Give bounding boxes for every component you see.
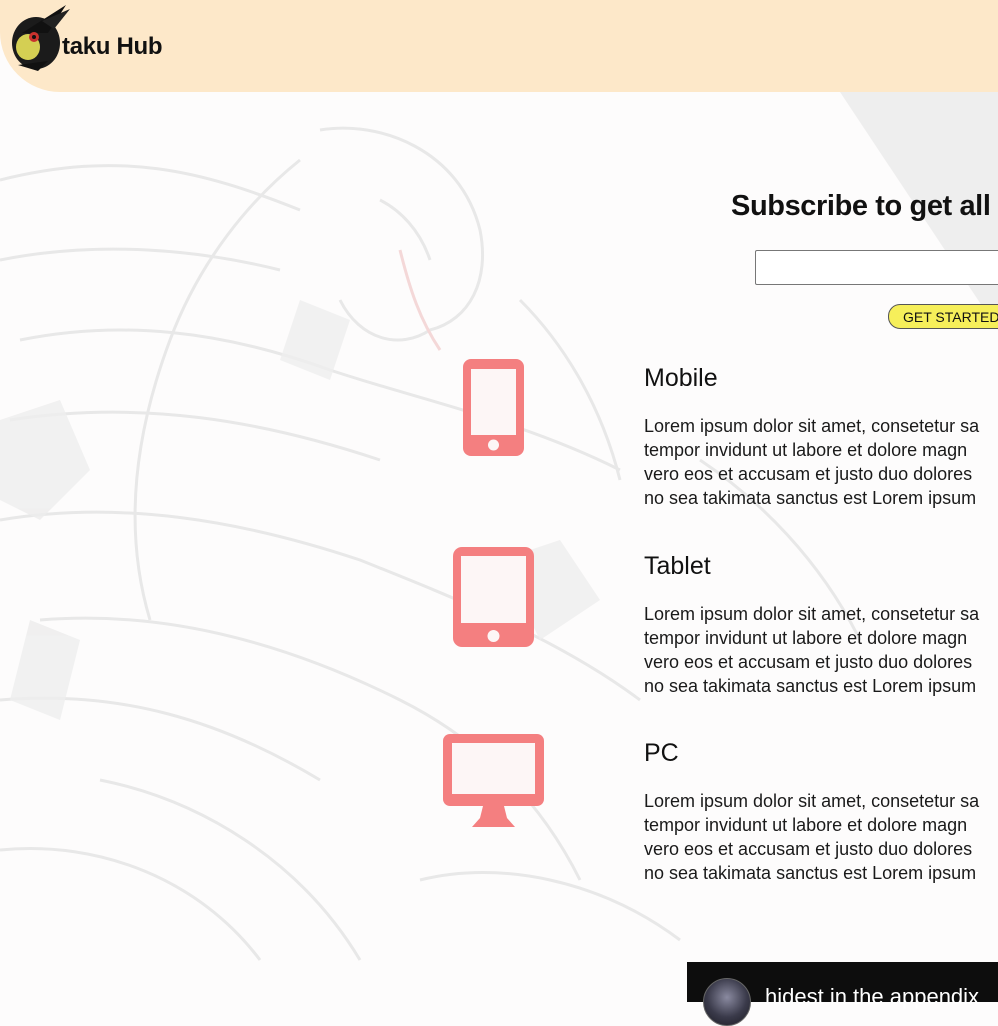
feature-description: Lorem ipsum dolor sit amet, consetetur s… — [644, 416, 980, 508]
video-title[interactable]: hidest in the appendix — [765, 984, 979, 1010]
feature-title: Mobile — [644, 364, 718, 392]
channel-avatar[interactable] — [703, 978, 751, 1026]
email-input[interactable] — [755, 250, 998, 285]
video-embed[interactable]: hidest in the appendix — [687, 962, 998, 1026]
feature-description: Lorem ipsum dolor sit amet, consetetur s… — [644, 604, 980, 696]
feature-description: Lorem ipsum dolor sit amet, consetetur s… — [644, 791, 980, 883]
feature-title: PC — [644, 739, 679, 767]
mobile-phone-icon — [463, 359, 524, 456]
desktop-monitor-icon — [443, 734, 544, 827]
subscribe-title: Subscribe to get all la — [731, 190, 998, 222]
get-started-button[interactable]: GET STARTED — [888, 304, 998, 329]
main-content: Subscribe to get all la GET STARTED Mobi… — [0, 0, 998, 998]
tablet-icon — [453, 547, 534, 647]
feature-title: Tablet — [644, 552, 711, 580]
